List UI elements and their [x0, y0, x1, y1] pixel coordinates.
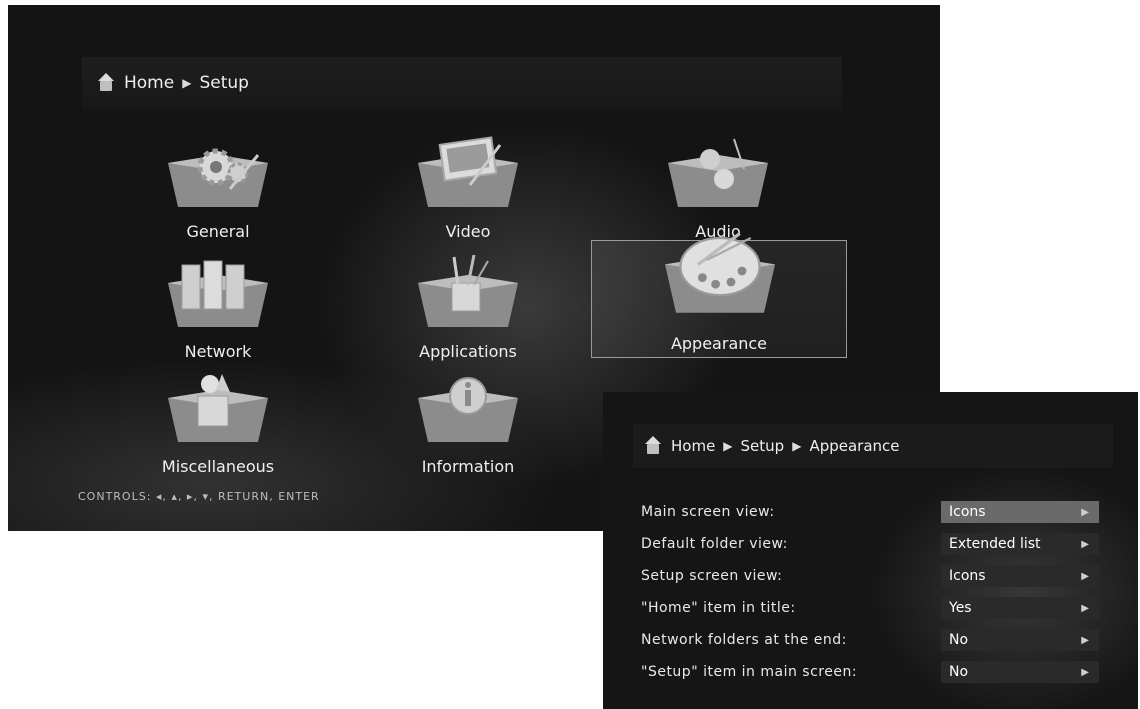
- breadcrumb-separator-icon: ▶: [792, 439, 802, 453]
- setting-setup-screen-view[interactable]: Setup screen view: Icons ▶: [641, 560, 1101, 592]
- setting-value-selector[interactable]: Extended list ▶: [941, 533, 1099, 555]
- controls-hint: CONTROLS: ◂, ▴, ▸, ▾, RETURN, ENTER: [78, 490, 320, 503]
- breadcrumb-current: Appearance: [809, 437, 900, 455]
- info-folder-icon: [418, 377, 518, 442]
- setting-home-item-in-title[interactable]: "Home" item in title: Yes ▶: [641, 592, 1101, 624]
- setting-label: Setup screen view:: [641, 568, 783, 584]
- tile-appearance[interactable]: Appearance: [591, 232, 847, 358]
- palette-folder-icon: [665, 232, 775, 313]
- setting-value: No: [949, 664, 969, 680]
- tile-label: Network: [184, 342, 252, 361]
- audio-folder-icon: [668, 138, 768, 207]
- setting-value-selector[interactable]: Yes ▶: [941, 597, 1099, 619]
- breadcrumb-current: Setup: [199, 73, 249, 93]
- setting-value-selector[interactable]: No ▶: [941, 629, 1099, 651]
- tile-general[interactable]: General: [118, 135, 318, 245]
- tile-label: Video: [445, 222, 491, 241]
- setting-value-selector[interactable]: No ▶: [941, 661, 1099, 683]
- video-folder-icon: [418, 136, 518, 207]
- breadcrumb-home[interactable]: Home: [671, 437, 715, 455]
- breadcrumb: Home ▶ Setup ▶ Appearance: [643, 436, 900, 456]
- settings-list: Main screen view: Icons ▶ Default folder…: [641, 496, 1101, 688]
- tile-label: General: [186, 222, 250, 241]
- appearance-screen: Home ▶ Setup ▶ Appearance Main screen vi…: [603, 392, 1138, 709]
- setting-value: No: [949, 632, 969, 648]
- setting-value-selector[interactable]: Icons ▶: [941, 565, 1099, 587]
- chevron-right-icon: ▶: [1081, 506, 1089, 518]
- tile-applications[interactable]: Applications: [368, 255, 568, 365]
- breadcrumb-separator-icon: ▶: [723, 439, 733, 453]
- setting-default-folder-view[interactable]: Default folder view: Extended list ▶: [641, 528, 1101, 560]
- setting-value: Icons: [949, 568, 986, 584]
- chevron-right-icon: ▶: [1081, 570, 1089, 582]
- breadcrumb-home[interactable]: Home: [124, 73, 174, 93]
- chevron-right-icon: ▶: [1081, 666, 1089, 678]
- setting-label: Main screen view:: [641, 504, 775, 520]
- tile-label: Applications: [419, 342, 517, 361]
- setting-network-folders-at-end[interactable]: Network folders at the end: No ▶: [641, 624, 1101, 656]
- tile-label: Information: [421, 457, 515, 476]
- tile-miscellaneous[interactable]: Miscellaneous: [118, 370, 318, 480]
- breadcrumb-separator-icon: ▶: [182, 76, 192, 90]
- breadcrumb: Home ▶ Setup: [96, 73, 249, 93]
- tile-information[interactable]: Information: [368, 370, 568, 480]
- gear-folder-icon: [168, 148, 268, 207]
- tile-network[interactable]: Network: [118, 255, 318, 365]
- setting-main-screen-view[interactable]: Main screen view: Icons ▶: [641, 496, 1101, 528]
- home-icon: [96, 73, 116, 93]
- server-folder-icon: [168, 260, 268, 327]
- tile-video[interactable]: Video: [368, 135, 568, 245]
- misc-folder-icon: [168, 374, 268, 442]
- tile-label: Appearance: [670, 334, 768, 353]
- setting-label: Default folder view:: [641, 536, 788, 552]
- setting-label: "Setup" item in main screen:: [641, 664, 858, 680]
- title-bar: Home ▶ Setup ▶ Appearance: [633, 424, 1113, 468]
- breadcrumb-setup[interactable]: Setup: [741, 437, 785, 455]
- tools-folder-icon: [418, 255, 518, 327]
- setting-value: Yes: [949, 600, 972, 616]
- setting-setup-item-in-main-screen[interactable]: "Setup" item in main screen: No ▶: [641, 656, 1101, 688]
- setting-label: Network folders at the end:: [641, 632, 847, 648]
- chevron-right-icon: ▶: [1081, 538, 1089, 550]
- chevron-right-icon: ▶: [1081, 634, 1089, 646]
- setting-label: "Home" item in title:: [641, 600, 796, 616]
- setting-value-selector[interactable]: Icons ▶: [941, 501, 1099, 523]
- tile-label: Miscellaneous: [161, 457, 275, 476]
- setting-value: Icons: [949, 504, 986, 520]
- home-icon: [643, 436, 663, 456]
- title-bar: Home ▶ Setup: [82, 57, 842, 109]
- chevron-right-icon: ▶: [1081, 602, 1089, 614]
- setting-value: Extended list: [949, 536, 1041, 552]
